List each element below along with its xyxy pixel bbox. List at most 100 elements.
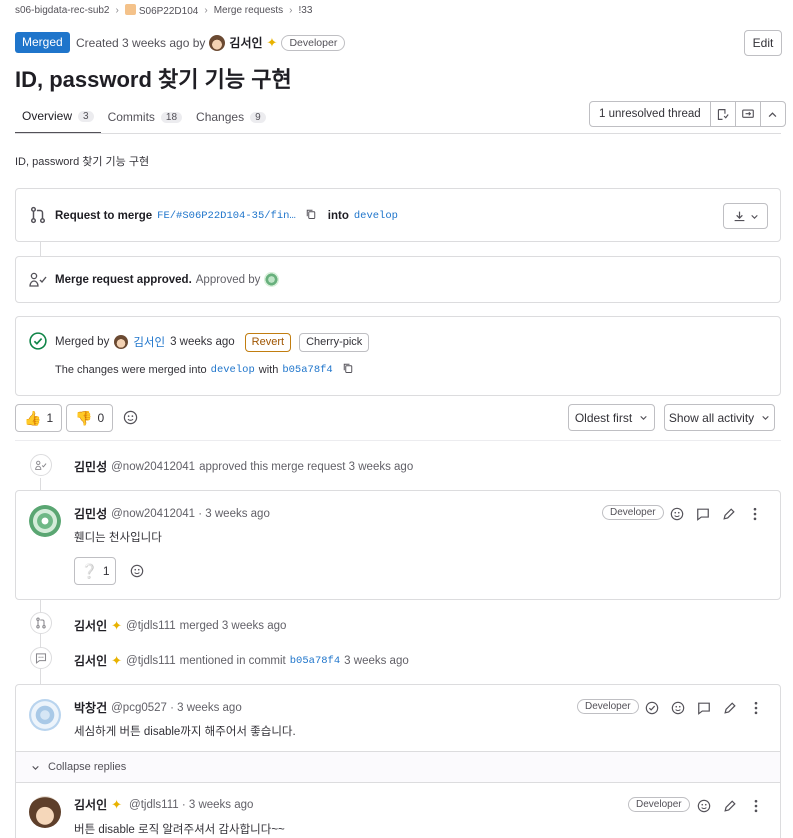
smiley-icon[interactable] [670, 700, 686, 716]
activity-mentioned: 김서인 ✦ @tjdls111 mentioned in commit b05a… [74, 652, 409, 669]
user-avatar[interactable] [29, 796, 61, 828]
pencil-icon[interactable] [722, 700, 738, 716]
merged-commit-link[interactable]: b05a78f4 [282, 364, 332, 376]
activity-filter-dropdown[interactable]: Show all activity [664, 404, 775, 431]
copy-branch-icon[interactable] [305, 208, 317, 223]
note-meta[interactable]: @tjdls111 · 3 weeks ago [129, 799, 253, 811]
add-reaction-icon[interactable] [130, 564, 144, 581]
user-handle[interactable]: @tjdls111 [126, 620, 176, 632]
note-author[interactable]: 김서인 [74, 796, 107, 813]
user-avatar[interactable] [29, 699, 61, 731]
download-icon [734, 211, 744, 221]
breadcrumb-item[interactable]: !33 [299, 5, 313, 16]
role-badge: Developer [602, 505, 664, 520]
award-icon: ✦ [111, 617, 123, 633]
award-icon: ✦ [111, 652, 123, 668]
timeline-line [40, 478, 41, 490]
created-text: Created 3 weeks ago by [76, 35, 206, 50]
next-thread-icon[interactable] [734, 102, 760, 126]
approval-widget: Merge request approved. Approved by [15, 256, 781, 303]
smiley-icon[interactable] [669, 506, 685, 522]
note-author[interactable]: 김민성 [74, 505, 107, 522]
with-text: with [258, 363, 279, 376]
tab-bar: Overview 3 Commits 18 Changes 9 [15, 100, 273, 134]
more-actions-icon[interactable] [748, 700, 764, 716]
role-badge: Developer [281, 34, 346, 51]
author-avatar[interactable] [209, 34, 226, 51]
thread-navigation: 1 unresolved thread [589, 101, 786, 127]
pencil-icon[interactable] [721, 506, 737, 522]
role-badge: Developer [577, 699, 639, 714]
target-branch-link[interactable]: develop [354, 210, 398, 222]
pencil-icon[interactable] [722, 798, 738, 814]
note-author[interactable]: 박창건 [74, 699, 107, 716]
approver-avatar[interactable] [264, 272, 280, 287]
changes-merged-text: The changes were merged into [55, 363, 207, 376]
edit-button[interactable]: Edit [744, 30, 782, 56]
connector-line [40, 242, 41, 256]
chevron-down-icon [750, 214, 758, 219]
approved-label: Merge request approved. [55, 273, 192, 286]
user-handle[interactable]: @now20412041 [111, 461, 195, 473]
divider [15, 133, 781, 134]
revert-button[interactable]: Revert [244, 332, 292, 352]
source-branch-link[interactable]: FE/#S06P22D104-35/fin… [157, 210, 296, 222]
smiley-icon[interactable] [696, 798, 712, 814]
chevron-right-icon: › [115, 5, 119, 16]
resolve-thread-icon[interactable] [709, 102, 735, 126]
activity-approved: 김민성 @now20412041 approved this merge req… [74, 458, 413, 475]
breadcrumb-group[interactable]: s06-bigdata-rec-sub2 [15, 5, 110, 16]
activity-text: approved this merge request 3 weeks ago [199, 460, 414, 473]
chevron-down-icon [640, 415, 647, 420]
merger-avatar[interactable] [114, 335, 129, 349]
mr-description: ID, password 찾기 기능 구현 [15, 156, 150, 168]
user-avatar[interactable] [29, 505, 61, 537]
note-body: 세심하게 버튼 disable까지 해주어서 좋습니다. [74, 726, 296, 738]
resolve-thread-icon[interactable] [644, 700, 660, 716]
chevron-right-icon: › [289, 5, 293, 16]
into-label: into [327, 209, 349, 222]
collapse-replies-toggle[interactable]: Collapse replies [16, 751, 780, 783]
more-actions-icon[interactable] [747, 506, 763, 522]
user-name[interactable]: 김서인 [74, 617, 107, 634]
user-handle[interactable]: @tjdls111 [126, 655, 176, 667]
thumbs-up-icon: 👍 [24, 409, 42, 426]
tab-changes[interactable]: Changes 9 [189, 100, 273, 134]
chevron-up-icon[interactable] [759, 102, 785, 126]
breadcrumb: s06-bigdata-rec-sub2 › S06P22D104 › Merg… [15, 4, 312, 17]
reaction-button[interactable]: ❔ 1 [74, 557, 116, 585]
add-reaction-icon[interactable] [123, 410, 138, 428]
thumbs-up-button[interactable]: 👍 1 [15, 404, 63, 432]
sort-order-dropdown[interactable]: Oldest first [568, 404, 655, 431]
note-meta[interactable]: @now20412041 · 3 weeks ago [111, 508, 270, 520]
commit-link[interactable]: b05a78f4 [290, 655, 340, 667]
check-circle-icon [29, 332, 47, 353]
tab-commits[interactable]: Commits 18 [101, 100, 189, 134]
status-badge: Merged [15, 32, 70, 53]
merged-branch-link[interactable]: develop [211, 364, 255, 376]
note-body: 휀디는 천사입니다 [74, 532, 162, 544]
more-actions-icon[interactable] [748, 798, 764, 814]
merged-by-label: Merged by [55, 336, 110, 348]
download-dropdown-button[interactable] [723, 203, 768, 229]
tab-overview[interactable]: Overview 3 [15, 100, 101, 134]
author-name[interactable]: 김서인 [229, 34, 262, 51]
copy-commit-icon[interactable] [342, 362, 354, 377]
comment-icon[interactable] [695, 506, 711, 522]
user-name[interactable]: 김서인 [74, 652, 107, 669]
merge-event-icon [30, 612, 52, 634]
thumbs-down-button[interactable]: 👎 0 [66, 404, 114, 432]
note-meta[interactable]: @pcg0527 · 3 weeks ago [111, 702, 242, 714]
merged-time: 3 weeks ago [170, 336, 235, 348]
merger-name[interactable]: 김서인 [133, 334, 165, 350]
approval-event-icon [30, 454, 52, 476]
breadcrumb-project[interactable]: S06P22D104 [124, 4, 198, 17]
comment-icon[interactable] [696, 700, 712, 716]
unresolved-thread-button[interactable]: 1 unresolved thread [590, 102, 710, 126]
breadcrumb-section[interactable]: Merge requests [214, 5, 283, 16]
reaction-count: 1 [102, 564, 110, 578]
cherry-pick-button[interactable]: Cherry-pick [299, 332, 370, 352]
award-icon: ✦ [266, 34, 278, 50]
chevron-down-icon [32, 765, 39, 770]
user-name[interactable]: 김민성 [74, 458, 107, 475]
